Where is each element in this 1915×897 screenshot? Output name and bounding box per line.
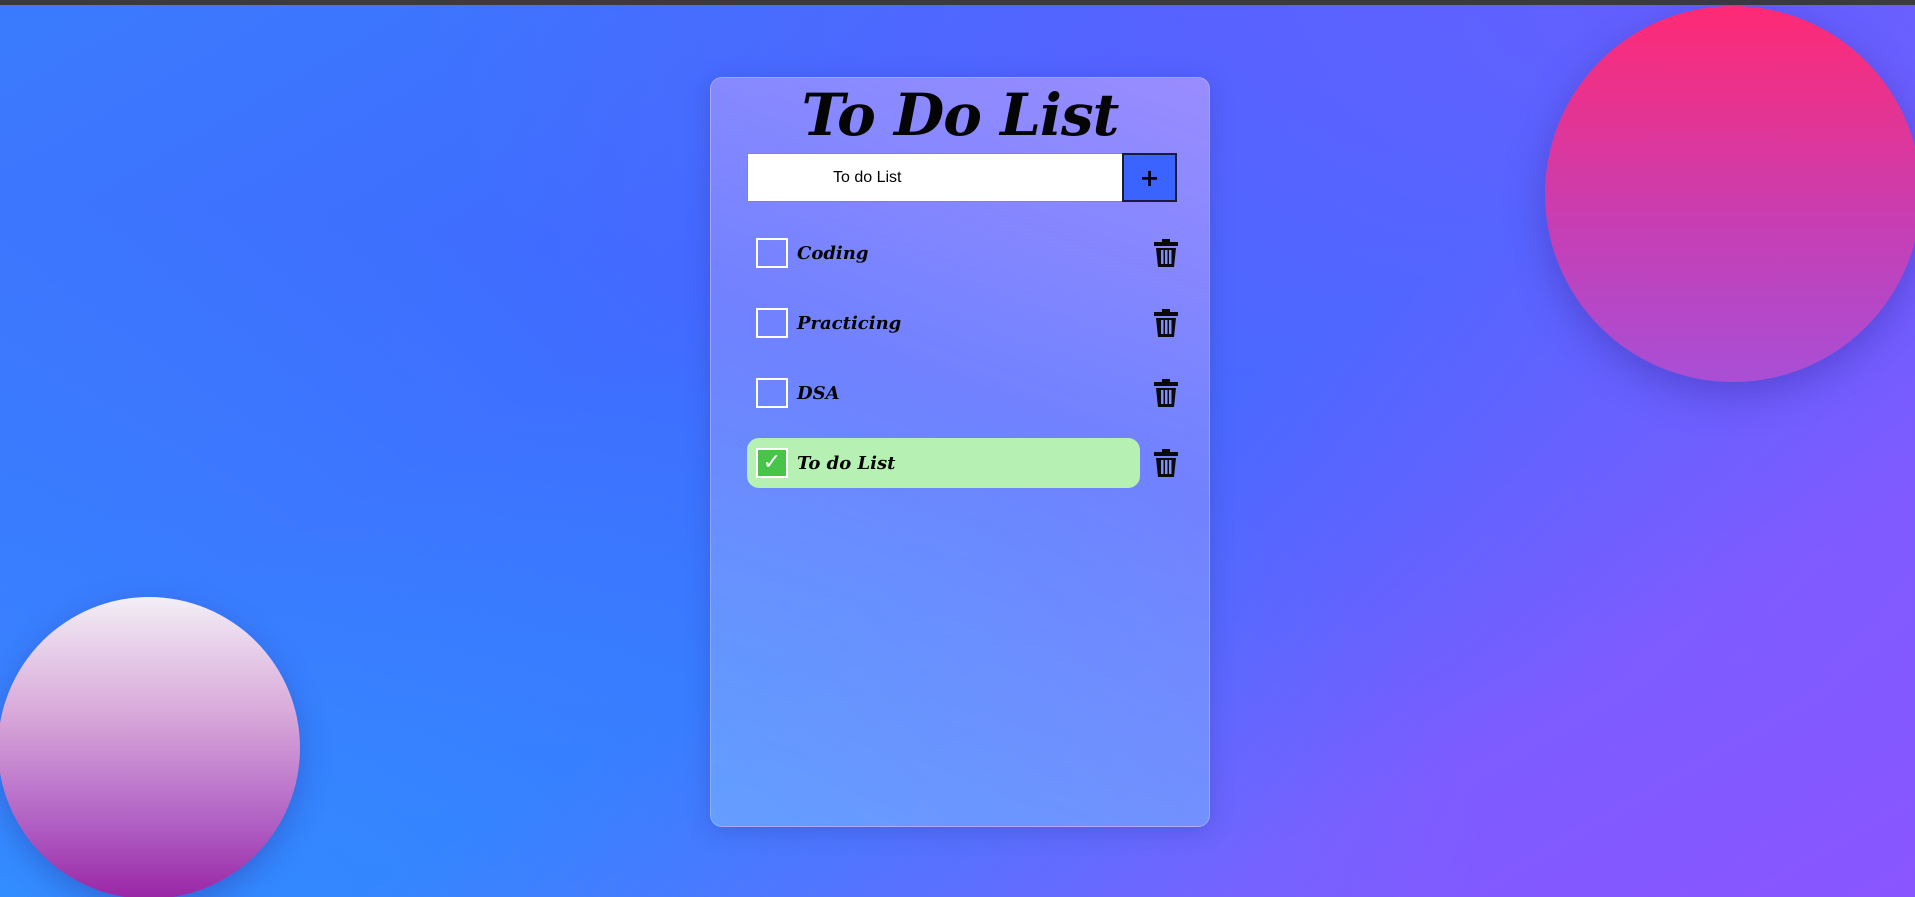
task-row[interactable]: DSA [747, 368, 1140, 418]
delete-task-button[interactable] [1152, 238, 1180, 268]
checkmark-icon: ✓ [762, 450, 782, 475]
trash-icon [1154, 379, 1178, 407]
decorative-circle-bottom [0, 597, 300, 897]
trash-icon [1154, 449, 1178, 477]
delete-task-button[interactable] [1152, 378, 1180, 408]
delete-task-button[interactable] [1152, 448, 1180, 478]
add-task-button[interactable]: + [1122, 153, 1177, 202]
task-checkbox[interactable] [756, 308, 788, 338]
task-input[interactable] [747, 153, 1122, 202]
task-item: Practicing [747, 298, 1180, 348]
page-title: To Do List [801, 81, 1120, 149]
task-label: Practicing [797, 312, 902, 334]
task-item: Coding [747, 228, 1180, 278]
add-task-row: + [747, 153, 1177, 202]
task-item: DSA [747, 368, 1180, 418]
task-checkbox[interactable] [756, 238, 788, 268]
task-checkbox[interactable] [756, 378, 788, 408]
trash-icon [1154, 239, 1178, 267]
trash-icon [1154, 309, 1178, 337]
decorative-circle-top [1545, 6, 1915, 382]
task-checkbox-checked[interactable]: ✓ [756, 448, 788, 478]
task-label: To do List [797, 452, 896, 474]
task-label: Coding [797, 242, 869, 264]
task-list: Coding Practicing DSA ✓ To do List [747, 228, 1180, 508]
browser-top-bar [0, 0, 1915, 5]
todo-card: To Do List + Coding [710, 77, 1210, 827]
task-row[interactable]: Practicing [747, 298, 1140, 348]
task-row[interactable]: ✓ To do List [747, 438, 1140, 488]
delete-task-button[interactable] [1152, 308, 1180, 338]
task-item-completed: ✓ To do List [747, 438, 1180, 488]
task-label: DSA [797, 382, 840, 404]
task-row[interactable]: Coding [747, 228, 1140, 278]
